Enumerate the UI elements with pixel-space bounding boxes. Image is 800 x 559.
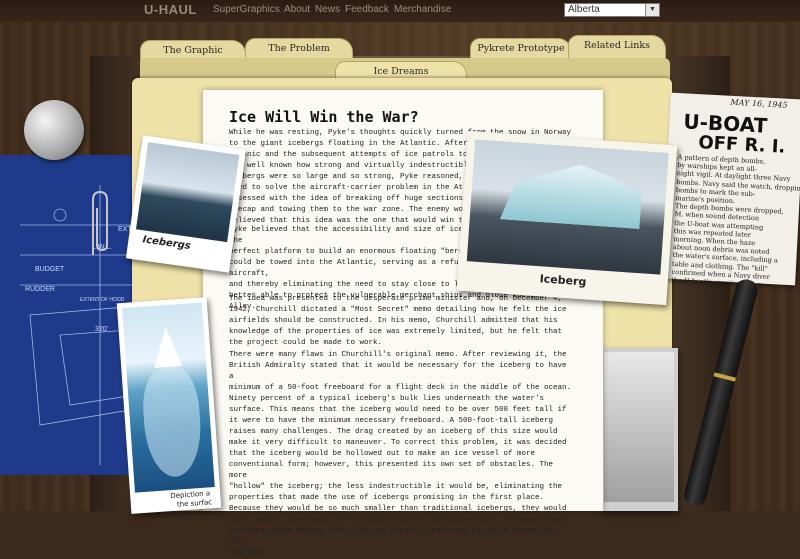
nav-link-news[interactable]: News <box>315 4 340 15</box>
ship-photo[interactable] <box>600 348 678 511</box>
silver-coin <box>24 100 84 160</box>
icebergs-photo[interactable]: Icebergs <box>125 135 247 273</box>
iceberg-depiction-image <box>122 302 215 493</box>
tab-related-links[interactable]: Related Links <box>568 35 666 58</box>
iceberg-photo-caption: Iceberg <box>539 272 587 289</box>
ship-photo-image <box>604 352 674 502</box>
article-paragraph-3: The idea was presented to the desperate … <box>229 295 567 347</box>
icebergs-photo-image <box>135 142 240 243</box>
pen-band <box>713 372 736 382</box>
blueprint-label-hood: EXTENT OF HOOD <box>80 297 125 303</box>
nav-link-merchandise[interactable]: Merchandise <box>394 4 451 15</box>
top-nav-bar: U-HAUL SuperGraphics About News Feedback… <box>0 0 800 22</box>
chevron-down-icon: ▼ <box>645 4 659 16</box>
icebergs-photo-caption: Icebergs <box>141 234 192 252</box>
paper-clip-icon <box>92 190 108 255</box>
newspaper-body: A pattern of depth bombs, by warships ke… <box>671 153 800 286</box>
iceberg-shape <box>500 159 644 229</box>
blueprint-label-320: 320' <box>95 326 108 333</box>
nav-link-about[interactable]: About <box>284 4 310 15</box>
iceberg-depiction-photo[interactable]: Depiction a the surfac <box>116 297 222 514</box>
nav-link-feedback[interactable]: Feedback <box>345 4 389 15</box>
blueprint-label-rudder: RUDDER <box>25 286 55 293</box>
region-select[interactable]: Alberta ▼ <box>564 3 660 17</box>
uhaul-logo[interactable]: U-HAUL <box>144 2 197 17</box>
iceberg-photo[interactable]: Iceberg <box>456 130 678 306</box>
depiction-caption-line2: the surfac <box>176 498 213 509</box>
article-paragraph-4: There were many flaws in Churchill's ori… <box>229 351 572 557</box>
region-select-value: Alberta <box>568 4 600 15</box>
newspaper-clipping: MAY 16, 1945 U-BOAT OFF R. I. A pattern … <box>661 92 800 286</box>
nav-link-supergraphics[interactable]: SuperGraphics <box>213 4 280 15</box>
iceberg-photo-image <box>466 139 669 275</box>
iceberg-underwater <box>140 365 204 479</box>
iceberg-tip <box>151 326 183 368</box>
newspaper-date: MAY 16, 1945 <box>730 97 788 110</box>
article-title: Ice Will Win the War? <box>229 108 419 126</box>
blueprint-label-budget: BUDGET <box>35 266 65 273</box>
